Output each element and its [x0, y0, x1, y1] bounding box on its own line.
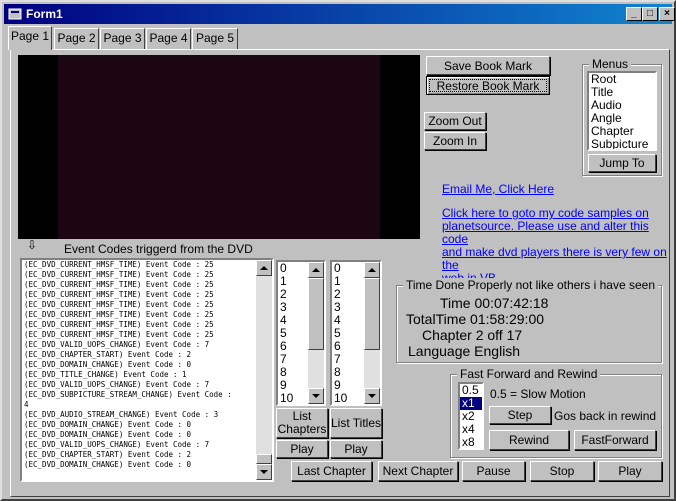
- step-hint: Gos back in rewind: [554, 409, 657, 423]
- next-chapter-button[interactable]: Next Chapter: [378, 461, 458, 481]
- slow-motion-hint: 0.5 = Slow Motion: [490, 387, 586, 401]
- play-chapter-button[interactable]: Play: [276, 440, 328, 458]
- event-line[interactable]: (EC_DVD_CURRENT_HMSF_TIME) Event Code : …: [22, 300, 272, 310]
- titles-scroll-up-icon: [368, 268, 376, 272]
- event-line[interactable]: (EC_DVD_DOMAIN_CHANGE) Event Code : 0: [22, 360, 272, 370]
- scroll-down-button[interactable]: [256, 464, 272, 480]
- fast-forward-button[interactable]: FastForward: [574, 430, 656, 450]
- scroll-up-button[interactable]: [256, 260, 272, 276]
- menus-list[interactable]: Root Title Audio Angle Chapter Subpictur…: [587, 71, 657, 151]
- code-samples-line-3: and make dvd players there is very few o…: [442, 245, 667, 272]
- titles-list[interactable]: 0 1 2 3 4 5 6 7 8 9 10: [330, 260, 382, 406]
- window-title: Form1: [26, 7, 63, 21]
- time-display: Time 00:07:42:18: [440, 295, 549, 311]
- tab-page-2[interactable]: Page 2: [54, 28, 99, 49]
- titles-scroll-down[interactable]: [364, 388, 380, 404]
- chapters-scroll-down[interactable]: [308, 388, 324, 404]
- rewind-button[interactable]: Rewind: [489, 430, 569, 450]
- event-line[interactable]: (EC_DVD_DOMAIN_CHANGE) Event Code : 0: [22, 430, 272, 440]
- app-icon[interactable]: [8, 7, 22, 21]
- zoom-in-button[interactable]: Zoom In: [424, 132, 486, 150]
- chapters-list[interactable]: 0 1 2 3 4 5 6 7 8 9 10: [276, 260, 326, 406]
- tab-page-1[interactable]: Page 1: [8, 26, 52, 50]
- titles-scroll-thumb[interactable]: [364, 278, 380, 350]
- jump-to-button[interactable]: Jump To: [588, 154, 656, 172]
- chapters-scroll-down-icon: [312, 394, 320, 398]
- event-line[interactable]: (EC_DVD_VALID_UOPS_CHANGE) Event Code : …: [22, 340, 272, 350]
- titles-scroll-down-icon: [368, 394, 376, 398]
- event-line[interactable]: (EC_DVD_DOMAIN_CHANGE) Event Code : 0: [22, 420, 272, 430]
- menus-label: Menus: [589, 57, 632, 71]
- tab-page-3[interactable]: Page 3: [100, 28, 145, 49]
- email-link[interactable]: Email Me, Click Here: [442, 183, 554, 196]
- event-line[interactable]: (EC_DVD_DOMAIN_CHANGE) Event Code : 0: [22, 460, 272, 470]
- titles-scrollbar[interactable]: [364, 262, 380, 404]
- event-line[interactable]: (EC_DVD_CURRENT_HMSF_TIME) Event Code : …: [22, 260, 272, 270]
- chapters-scroll-up-icon: [312, 268, 320, 272]
- event-lines: (EC_DVD_CURRENT_HMSF_TIME) Event Code : …: [22, 260, 272, 470]
- speed-items: 0.5 x1 x2 x4 x8: [460, 384, 482, 449]
- speed-item[interactable]: x8: [460, 436, 482, 449]
- language-display: Language English: [408, 343, 521, 359]
- restore-bookmark-button[interactable]: Restore Book Mark: [426, 76, 550, 95]
- event-line[interactable]: (EC_DVD_AUDIO_STREAM_CHANGE) Event Code …: [22, 410, 272, 420]
- event-line[interactable]: (EC_DVD_CHAPTER_START) Event Code : 2: [22, 350, 272, 360]
- tab-page-4[interactable]: Page 4: [146, 28, 191, 49]
- pause-button[interactable]: Pause: [462, 461, 525, 481]
- code-samples-line-2: planetsource. Please use and alter this …: [442, 219, 649, 246]
- event-line[interactable]: 4: [22, 400, 272, 410]
- scroll-up-icon: [260, 266, 268, 270]
- down-arrow-icon: ⇩: [27, 238, 38, 252]
- play-title-button[interactable]: Play: [330, 440, 382, 458]
- event-line[interactable]: (EC_DVD_VALID_UOPS_CHANGE) Event Code : …: [22, 440, 272, 450]
- last-chapter-button[interactable]: Last Chapter: [291, 461, 372, 481]
- list-chapters-button[interactable]: List Chapters: [276, 408, 328, 438]
- tab-page-5[interactable]: Page 5: [192, 28, 238, 49]
- play-button[interactable]: Play: [598, 461, 662, 481]
- event-line[interactable]: (EC_DVD_CURRENT_HMSF_TIME) Event Code : …: [22, 290, 272, 300]
- code-samples-link[interactable]: Click here to goto my code samples on pl…: [442, 207, 668, 285]
- fast-forward-label: Fast Forward and Rewind: [457, 367, 601, 381]
- event-line[interactable]: (EC_DVD_VALID_UOPS_CHANGE) Event Code : …: [22, 380, 272, 390]
- event-line[interactable]: (EC_DVD_CURRENT_HMSF_TIME) Event Code : …: [22, 280, 272, 290]
- chapters-scroll-thumb[interactable]: [308, 278, 324, 350]
- main-window: Form1 _ □ × Page 1 Page 2 Page 3 Page 4 …: [0, 0, 676, 501]
- video-window[interactable]: [18, 55, 420, 239]
- chapters-scrollbar[interactable]: [308, 262, 324, 404]
- close-button[interactable]: ×: [659, 7, 675, 21]
- event-line[interactable]: (EC_DVD_CHAPTER_START) Event Code : 2: [22, 450, 272, 460]
- save-bookmark-button[interactable]: Save Book Mark: [426, 56, 550, 75]
- event-scrollbar[interactable]: [256, 260, 272, 480]
- maximize-button[interactable]: □: [642, 7, 658, 21]
- titles-scroll-up[interactable]: [364, 262, 380, 278]
- event-codes-list[interactable]: (EC_DVD_CURRENT_HMSF_TIME) Event Code : …: [20, 258, 274, 482]
- stop-button[interactable]: Stop: [530, 461, 594, 481]
- scroll-thumb[interactable]: [256, 454, 272, 464]
- speed-list[interactable]: 0.5 x1 x2 x4 x8: [458, 382, 484, 450]
- total-time-display: TotalTime 01:58:29:00: [406, 311, 545, 327]
- title-bar[interactable]: Form1 _ □ ×: [4, 4, 675, 24]
- event-line[interactable]: (EC_DVD_SUBPICTURE_STREAM_CHANGE) Event …: [22, 390, 272, 400]
- event-codes-label: Event Codes triggerd from the DVD: [64, 242, 253, 256]
- event-line[interactable]: (EC_DVD_CURRENT_HMSF_TIME) Event Code : …: [22, 330, 272, 340]
- video-frame: [58, 55, 380, 239]
- event-line[interactable]: (EC_DVD_TITLE_CHANGE) Event Code : 1: [22, 370, 272, 380]
- time-group-label: Time Done Properly not like others i hav…: [403, 278, 659, 292]
- scroll-down-icon: [260, 470, 268, 474]
- event-line[interactable]: (EC_DVD_CURRENT_HMSF_TIME) Event Code : …: [22, 270, 272, 280]
- chapter-display: Chapter 2 off 17: [422, 327, 523, 343]
- minimize-button[interactable]: _: [626, 7, 642, 21]
- chapters-scroll-up[interactable]: [308, 262, 324, 278]
- step-button[interactable]: Step: [489, 406, 551, 424]
- event-line[interactable]: (EC_DVD_CURRENT_HMSF_TIME) Event Code : …: [22, 310, 272, 320]
- event-line[interactable]: (EC_DVD_CURRENT_HMSF_TIME) Event Code : …: [22, 320, 272, 330]
- zoom-out-button[interactable]: Zoom Out: [424, 112, 486, 130]
- menu-item-subpicture[interactable]: Subpicture: [589, 138, 655, 150]
- list-titles-button[interactable]: List Titles: [330, 408, 382, 438]
